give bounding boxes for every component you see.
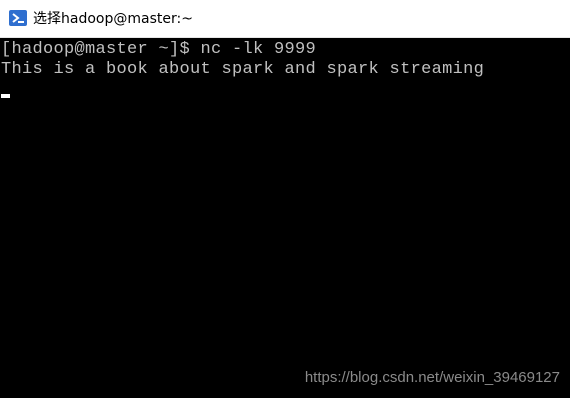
terminal-line-command: [hadoop@master ~]$ nc -lk 9999 xyxy=(1,40,317,59)
window-title: 选择hadoop@master:~ xyxy=(33,11,193,27)
terminal-output[interactable]: [hadoop@master ~]$ nc -lk 9999 This is a… xyxy=(0,38,570,398)
terminal-window: 选择hadoop@master:~ [hadoop@master ~]$ nc … xyxy=(0,0,570,398)
title-bar[interactable]: 选择hadoop@master:~ xyxy=(0,0,570,38)
powershell-terminal-icon xyxy=(9,10,27,26)
terminal-line-output: This is a book about spark and spark str… xyxy=(1,60,485,79)
watermark-url: https://blog.csdn.net/weixin_39469127 xyxy=(304,369,560,386)
text-cursor xyxy=(1,94,10,98)
